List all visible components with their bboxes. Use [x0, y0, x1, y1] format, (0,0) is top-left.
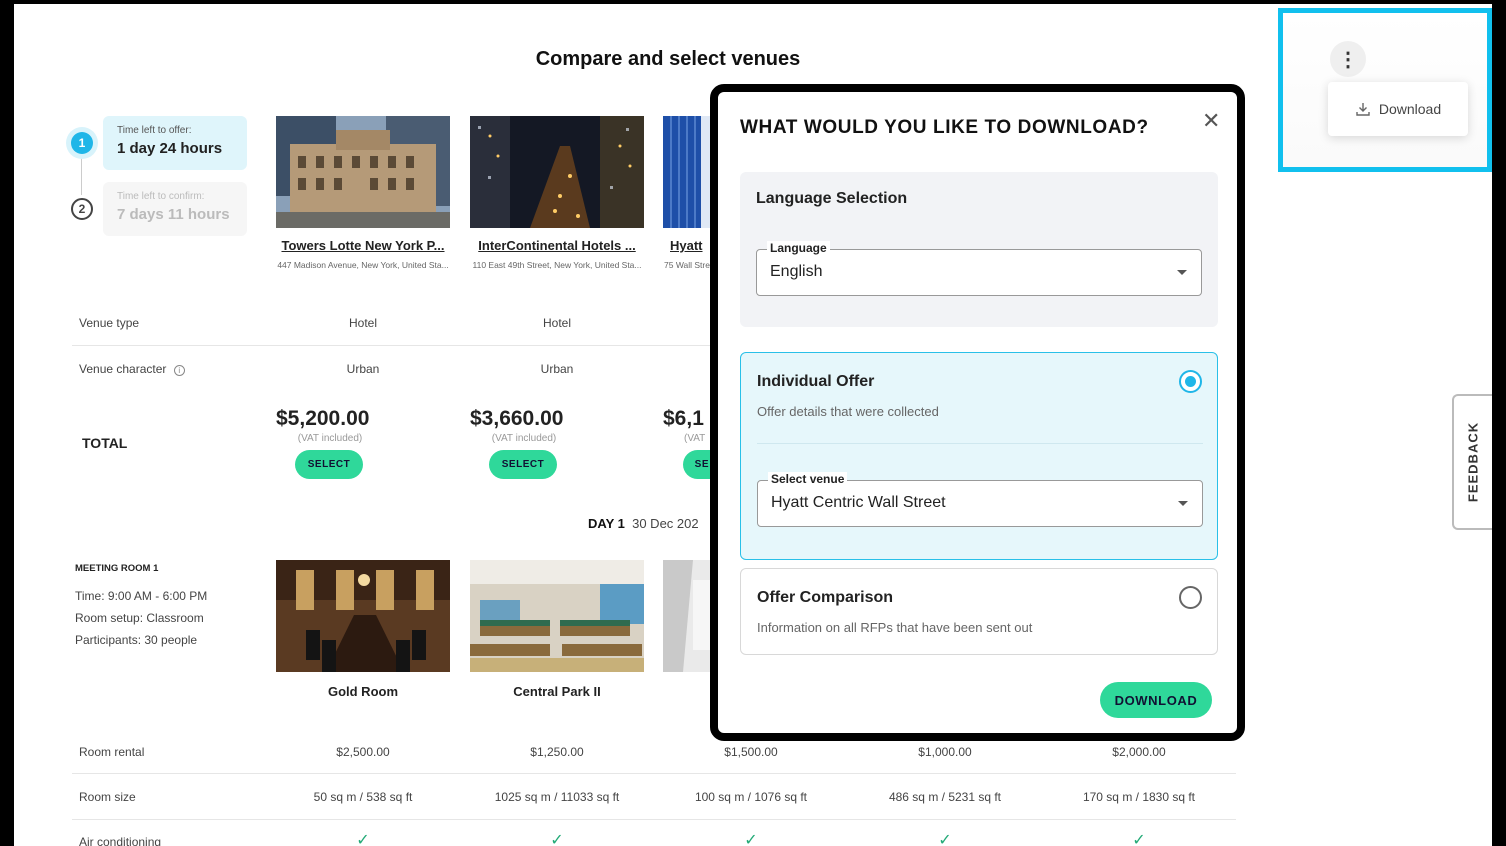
venue-address: 110 East 49th Street, New York, United S… — [472, 260, 642, 270]
page: Compare and select venues 1 2 Time left … — [14, 4, 1492, 846]
room-size-value: 170 sq m / 1830 sq ft — [1082, 790, 1196, 804]
venue-name-link[interactable]: Hyatt — [670, 238, 710, 253]
room-image-3[interactable] — [663, 560, 713, 672]
timeline-connector — [81, 157, 82, 195]
row-label-total: TOTAL — [82, 435, 128, 451]
download-button[interactable]: DOWNLOAD — [1100, 682, 1212, 718]
check-icon: ✓ — [744, 832, 758, 846]
individual-offer-description: Offer details that were collected — [757, 404, 939, 419]
room-rental-value: $1,250.00 — [530, 745, 584, 759]
time-left-confirm-value: 7 days 11 hours — [117, 206, 230, 223]
room-image-central-park-ii[interactable] — [470, 560, 644, 672]
individual-offer-option[interactable]: Individual Offer Offer details that were… — [740, 352, 1218, 560]
check-icon: ✓ — [550, 832, 564, 846]
venue-select-value: Hyatt Centric Wall Street — [771, 494, 946, 511]
row-label-room-size: Room size — [79, 790, 136, 804]
individual-offer-title: Individual Offer — [757, 373, 875, 390]
time-left-offer-value: 1 day 24 hours — [117, 140, 223, 157]
offer-comparison-title: Offer Comparison — [757, 589, 894, 606]
vat-note: (VAT — [684, 433, 706, 444]
venue-image-hyatt[interactable] — [663, 116, 713, 228]
check-icon: ✓ — [356, 832, 370, 846]
row-label-air-conditioning: Air conditioning — [79, 835, 162, 846]
venue-name-link[interactable]: Towers Lotte New York P... — [268, 238, 458, 253]
room-rental-value: $1,000.00 — [918, 745, 972, 759]
individual-offer-radio[interactable] — [1179, 370, 1202, 393]
day-label: DAY 1 — [588, 516, 625, 531]
language-select[interactable]: Language English — [756, 241, 1202, 296]
room-size-value: 100 sq m / 1076 sq ft — [694, 790, 808, 804]
venue-total-price: $6,1 — [663, 407, 704, 430]
room-rental-value: $1,500.00 — [724, 745, 778, 759]
chevron-down-icon — [1177, 270, 1187, 275]
room-size-value: 1025 sq m / 11033 sq ft — [494, 790, 620, 804]
language-select-value: English — [770, 263, 823, 280]
venue-address: 75 Wall Stre — [664, 260, 710, 270]
row-label-venue-character: Venue character i — [79, 362, 185, 376]
feedback-tab[interactable]: FEEDBACK — [1452, 394, 1492, 530]
check-icon: ✓ — [1132, 832, 1146, 846]
option-divider — [757, 443, 1203, 444]
row-label-room-rental: Room rental — [79, 745, 145, 759]
dialog-title: WHAT WOULD YOU LIKE TO DOWNLOAD? — [740, 117, 1149, 138]
venue-name-link[interactable]: InterContinental Hotels ... — [462, 238, 652, 253]
download-menu-label: Download — [1378, 101, 1442, 117]
venue-character-label: Venue character — [79, 362, 167, 376]
language-select-label: Language — [767, 241, 830, 255]
step-2-indicator: 2 — [71, 198, 93, 220]
close-icon[interactable]: ✕ — [1202, 108, 1220, 134]
room-size-value: 486 sq m / 5231 sq ft — [888, 790, 1002, 804]
check-icon: ✓ — [938, 832, 952, 846]
download-dialog: WHAT WOULD YOU LIKE TO DOWNLOAD? ✕ Langu… — [710, 84, 1245, 741]
time-left-offer: Time left to offer: 1 day 24 hours — [103, 116, 247, 170]
venue-type-value: Hotel — [542, 316, 571, 330]
row-label-venue-type: Venue type — [79, 316, 140, 330]
language-selection-panel: Language Selection Language English — [740, 172, 1218, 327]
language-section-heading: Language Selection — [756, 190, 908, 207]
row-divider — [72, 773, 1236, 774]
venue-image-intercontinental[interactable] — [470, 116, 644, 228]
info-icon[interactable]: i — [173, 365, 185, 376]
room-rental-value: $2,500.00 — [336, 745, 390, 759]
venue-image-towers-lotte[interactable] — [276, 116, 450, 228]
time-left-confirm: Time left to confirm: 7 days 11 hours — [103, 182, 247, 236]
venue-select-label: Select venue — [768, 472, 848, 486]
room-name: Central Park II — [513, 684, 601, 699]
meeting-time: Time: 9:00 AM - 6:00 PM — [75, 589, 208, 603]
select-venue-button[interactable]: SE — [683, 450, 711, 479]
download-icon — [1356, 103, 1370, 116]
day-date: 30 Dec 202 — [632, 516, 699, 531]
venue-total-price: $5,200.00 — [276, 407, 370, 430]
offer-comparison-radio[interactable] — [1179, 586, 1202, 609]
room-rental-value: $2,000.00 — [1112, 745, 1166, 759]
venue-type-value: Hotel — [348, 316, 377, 330]
offer-comparison-option[interactable]: Offer Comparison Information on all RFPs… — [740, 568, 1218, 655]
meeting-participants: Participants: 30 people — [75, 633, 198, 647]
select-venue-button[interactable]: SELECT — [295, 450, 363, 479]
day-header: DAY 1 30 Dec 202 — [588, 516, 699, 531]
venue-select[interactable]: Select venue Hyatt Centric Wall Street — [757, 472, 1203, 527]
offer-comparison-description: Information on all RFPs that have been s… — [757, 620, 1033, 635]
chevron-down-icon — [1178, 501, 1188, 506]
time-left-confirm-label: Time left to confirm: — [117, 191, 205, 202]
vat-note: (VAT included) — [297, 433, 363, 444]
vat-note: (VAT included) — [491, 433, 557, 444]
venue-total-price: $3,660.00 — [470, 407, 564, 430]
select-venue-button[interactable]: SELECT — [489, 450, 557, 479]
meeting-setup: Room setup: Classroom — [75, 611, 204, 625]
room-image-gold-room[interactable] — [276, 560, 450, 672]
meeting-room-title: MEETING ROOM 1 — [75, 563, 159, 574]
step-1-indicator: 1 — [71, 132, 93, 154]
venue-address: 447 Madison Avenue, New York, United Sta… — [277, 260, 449, 270]
room-size-value: 50 sq m / 538 sq ft — [313, 790, 413, 804]
more-options-icon[interactable]: ⋮ — [1330, 41, 1366, 77]
feedback-label: FEEDBACK — [1465, 421, 1481, 503]
venue-character-value: Urban — [540, 362, 574, 376]
row-divider — [72, 819, 1236, 820]
download-menu-item[interactable]: Download — [1328, 82, 1468, 136]
page-title: Compare and select venues — [535, 48, 801, 70]
venue-character-value: Urban — [346, 362, 380, 376]
room-name: Gold Room — [327, 684, 399, 699]
time-left-offer-label: Time left to offer: — [117, 125, 192, 136]
